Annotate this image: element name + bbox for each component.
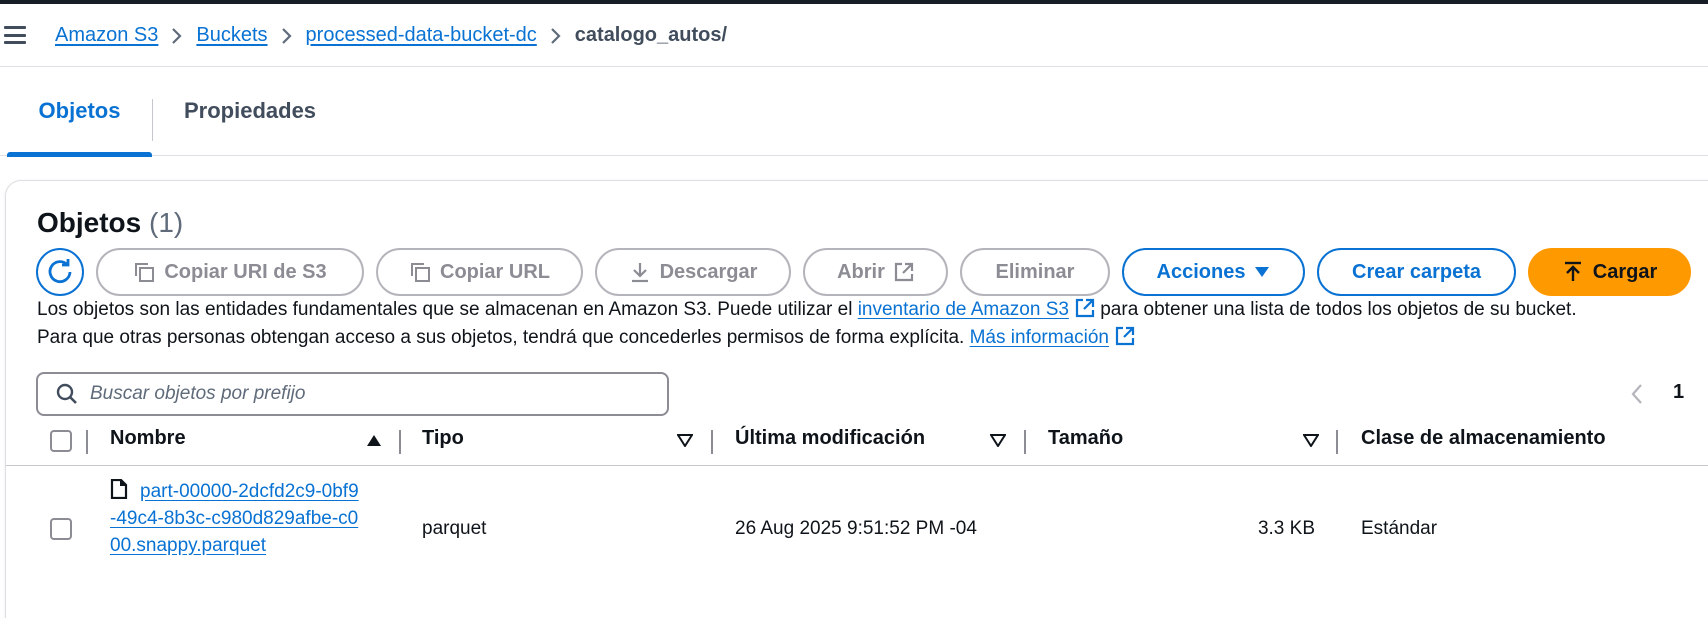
download-icon xyxy=(631,263,648,283)
more-info-link[interactable]: Más información xyxy=(970,327,1109,348)
object-type: parquet xyxy=(422,518,487,539)
create-folder-label: Crear carpeta xyxy=(1352,260,1481,283)
column-header-tipo[interactable]: Tipo xyxy=(422,427,464,450)
panel-title-text: Objetos xyxy=(37,207,142,238)
caret-down-icon xyxy=(1255,267,1270,277)
object-name-link[interactable]: part-00000-2dcfd2c9-0bf9-49c4-8b3c-c980d… xyxy=(110,481,359,556)
delete-label: Eliminar xyxy=(995,260,1075,283)
tab-propiedades[interactable]: Propiedades xyxy=(184,67,316,155)
column-separator[interactable] xyxy=(1024,430,1026,454)
s3-inventory-link[interactable]: inventario de Amazon S3 xyxy=(858,299,1069,320)
breadcrumb-buckets[interactable]: Buckets xyxy=(196,24,267,47)
column-separator[interactable] xyxy=(399,430,401,454)
object-last-modified: 26 Aug 2025 9:51:52 PM -04 xyxy=(735,518,977,539)
column-header-nombre[interactable]: Nombre xyxy=(110,427,186,450)
column-separator xyxy=(86,430,88,454)
open-button[interactable]: Abrir xyxy=(803,248,948,296)
select-all-checkbox[interactable] xyxy=(50,430,72,452)
breadcrumb-bucket[interactable]: processed-data-bucket-dc xyxy=(306,24,537,47)
column-header-tamano[interactable]: Tamaño xyxy=(1048,427,1123,450)
create-folder-button[interactable]: Crear carpeta xyxy=(1317,248,1516,296)
row-checkbox[interactable] xyxy=(50,518,72,540)
object-storage-class: Estándar xyxy=(1361,518,1438,539)
actions-label: Acciones xyxy=(1156,260,1246,283)
column-separator[interactable] xyxy=(711,430,713,454)
object-size: 3.3 KB xyxy=(1257,518,1315,539)
sort-descending-icon[interactable] xyxy=(1303,434,1319,447)
upload-label: Cargar xyxy=(1592,260,1658,283)
tab-divider xyxy=(152,99,153,141)
menu-icon[interactable] xyxy=(4,26,26,44)
file-icon xyxy=(110,479,128,499)
download-label: Descargar xyxy=(659,260,758,283)
table-row: part-00000-2dcfd2c9-0bf9-49c4-8b3c-c980d… xyxy=(6,466,1708,596)
copy-s3-uri-label: Copiar URI de S3 xyxy=(164,260,327,283)
upload-button[interactable]: Cargar xyxy=(1528,248,1691,296)
breadcrumb-amazon-s3[interactable]: Amazon S3 xyxy=(55,24,158,47)
external-link-icon xyxy=(894,262,913,282)
external-link-icon[interactable] xyxy=(1075,298,1095,318)
copy-icon xyxy=(411,263,430,282)
column-separator[interactable] xyxy=(1336,430,1338,454)
copy-url-label: Copiar URL xyxy=(440,260,550,283)
objects-panel: Objetos (1) Copiar URI de S3 Copiar URL … xyxy=(5,180,1708,618)
refresh-icon xyxy=(48,259,72,284)
description-text: Los objetos son las entidades fundamenta… xyxy=(37,299,858,320)
chevron-right-icon xyxy=(268,27,306,45)
description-line-2: Para que otras personas obtengan acceso … xyxy=(37,326,1135,349)
copy-s3-uri-button[interactable]: Copiar URI de S3 xyxy=(96,248,364,296)
table-header: Nombre Tipo Última modificación Tamaño C… xyxy=(6,415,1708,466)
description-line-1: Los objetos son las entidades fundamenta… xyxy=(37,298,1577,321)
object-name-cell: part-00000-2dcfd2c9-0bf9-49c4-8b3c-c980d… xyxy=(110,478,360,559)
breadcrumb: Amazon S3 Buckets processed-data-bucket-… xyxy=(55,4,727,67)
description-text: para obtener una lista de todos los obje… xyxy=(1094,299,1577,320)
tab-bar: Objetos Propiedades xyxy=(0,67,1708,157)
panel-title: Objetos (1) xyxy=(37,207,183,239)
open-label: Abrir xyxy=(837,260,885,283)
chevron-right-icon xyxy=(158,27,196,45)
description-text: Para que otras personas obtengan acceso … xyxy=(37,327,970,348)
copy-icon xyxy=(135,263,155,282)
sort-descending-icon[interactable] xyxy=(677,434,693,447)
search-box xyxy=(36,372,669,416)
upload-icon xyxy=(1564,261,1581,281)
download-button[interactable]: Descargar xyxy=(595,248,791,296)
page-number[interactable]: 1 xyxy=(1673,381,1684,404)
external-link-icon[interactable] xyxy=(1115,326,1135,346)
sort-descending-icon[interactable] xyxy=(990,434,1006,447)
chevron-left-icon[interactable] xyxy=(1630,383,1644,405)
search-icon xyxy=(56,383,77,404)
actions-dropdown-button[interactable]: Acciones xyxy=(1122,248,1305,296)
breadcrumb-current-folder: catalogo_autos/ xyxy=(574,24,728,46)
column-header-clase-almacenamiento[interactable]: Clase de almacenamiento xyxy=(1361,427,1606,450)
sort-ascending-icon[interactable] xyxy=(366,434,382,447)
column-header-ultima-modificacion[interactable]: Última modificación xyxy=(735,427,925,450)
tab-objetos[interactable]: Objetos xyxy=(7,67,152,157)
delete-button[interactable]: Eliminar xyxy=(960,248,1110,296)
chevron-right-icon xyxy=(537,27,575,45)
breadcrumb-bar: Amazon S3 Buckets processed-data-bucket-… xyxy=(0,4,1708,67)
copy-url-button[interactable]: Copiar URL xyxy=(376,248,583,296)
search-input[interactable] xyxy=(90,383,630,405)
refresh-button[interactable] xyxy=(36,248,84,296)
object-count: (1) xyxy=(149,207,184,238)
